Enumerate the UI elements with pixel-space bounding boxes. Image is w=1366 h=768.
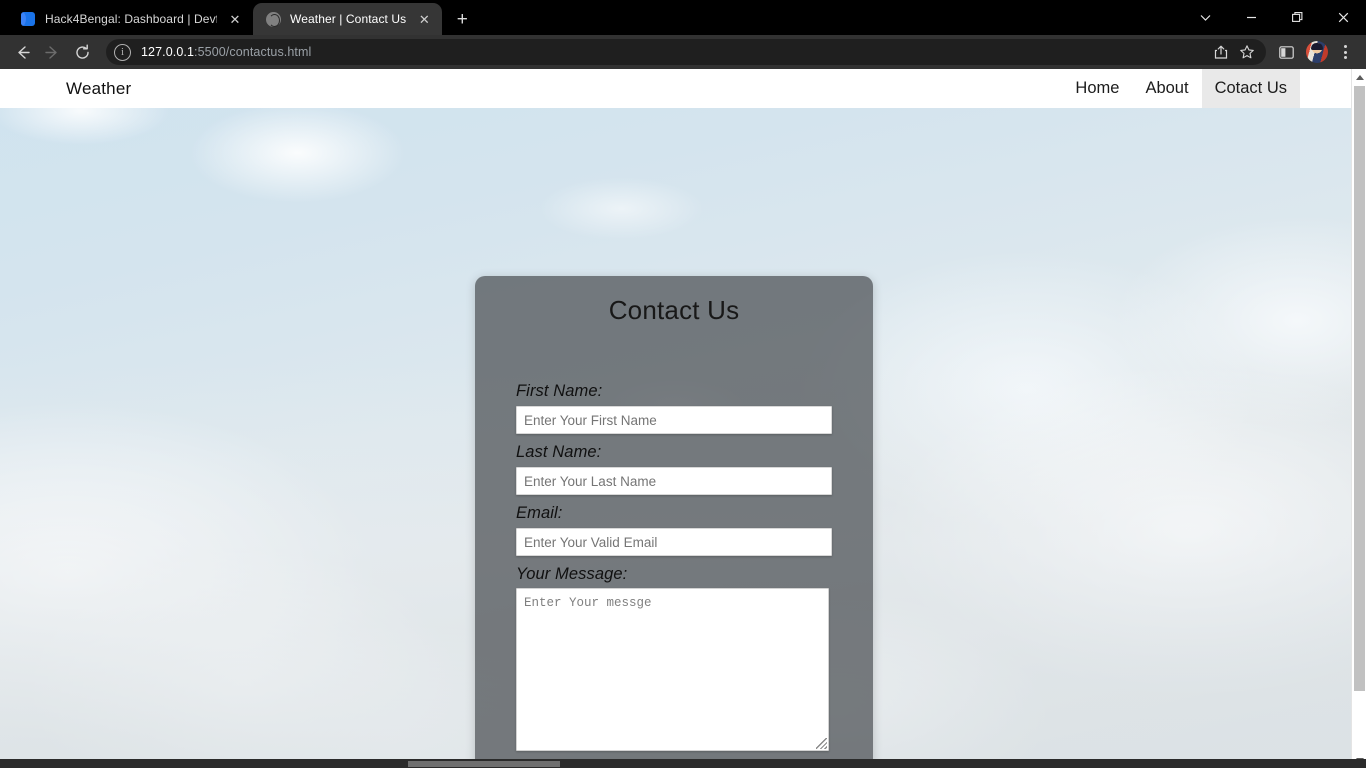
first-name-label: First Name:: [516, 382, 603, 400]
contact-form-body: First Name: Last Name: Email: Your Messa…: [475, 382, 873, 768]
site-info-icon[interactable]: i: [114, 43, 131, 61]
url-text: 127.0.0.1:5500/contactus.html: [141, 45, 311, 59]
contact-form-title: Contact Us: [608, 295, 740, 325]
nav-item-home[interactable]: Home: [1062, 69, 1132, 108]
last-name-label: Last Name:: [516, 443, 602, 461]
page-content: Weather Home About Cotact Us Contact Us …: [0, 69, 1351, 768]
browser-titlebar: Hack4Bengal: Dashboard | Devfo ✕ Weather…: [0, 0, 1366, 35]
bookmark-star-icon[interactable]: [1234, 39, 1260, 65]
site-navbar: Weather Home About Cotact Us: [0, 69, 1351, 108]
tab-search-chevron-down-icon[interactable]: [1182, 2, 1228, 34]
toolbar-right: [1272, 38, 1358, 66]
forward-icon[interactable]: [38, 38, 66, 66]
first-name-field-group: First Name:: [516, 382, 832, 434]
url-host: 127.0.0.1: [141, 45, 195, 59]
tab-title: Weather | Contact Us: [290, 12, 407, 26]
tab-close-icon[interactable]: ✕: [414, 9, 434, 29]
nav-item-contact-us[interactable]: Cotact Us: [1201, 69, 1300, 108]
tab-favicon-weather-globe: [265, 11, 281, 27]
tab-title: Hack4Bengal: Dashboard | Devfo: [45, 12, 217, 26]
page-viewport: Weather Home About Cotact Us Contact Us …: [0, 69, 1366, 768]
browser-toolbar: i 127.0.0.1:5500/contactus.html: [0, 35, 1366, 69]
page-bottom-strip: [0, 759, 1366, 768]
minimize-icon[interactable]: [1228, 2, 1274, 34]
browser-chrome: Hack4Bengal: Dashboard | Devfo ✕ Weather…: [0, 0, 1366, 69]
scrollbar-thumb[interactable]: [1354, 86, 1365, 691]
email-input[interactable]: [516, 528, 832, 556]
share-icon[interactable]: [1208, 39, 1234, 65]
first-name-input[interactable]: [516, 406, 832, 434]
nav-item-about[interactable]: About: [1132, 69, 1201, 108]
page-vertical-scrollbar[interactable]: [1351, 69, 1366, 768]
maximize-restore-icon[interactable]: [1274, 2, 1320, 34]
new-tab-icon[interactable]: +: [448, 5, 476, 33]
message-textarea-wrapper: [516, 588, 829, 751]
browser-tab-1[interactable]: Hack4Bengal: Dashboard | Devfo ✕: [8, 3, 253, 35]
url-path: :5500/contactus.html: [194, 45, 312, 59]
omnibox-actions: [1208, 39, 1260, 65]
scrollbar-up-arrow-icon[interactable]: [1352, 69, 1366, 85]
back-icon[interactable]: [8, 38, 36, 66]
last-name-input[interactable]: [516, 467, 832, 495]
address-bar[interactable]: i 127.0.0.1:5500/contactus.html: [106, 39, 1266, 65]
site-brand[interactable]: Weather: [66, 79, 131, 99]
message-label: Your Message:: [516, 565, 628, 583]
contact-form-card: Contact Us First Name: Last Name: Email:…: [475, 276, 873, 768]
tab-favicon-hack4bengal: [20, 11, 36, 27]
side-panel-icon[interactable]: [1272, 38, 1300, 66]
message-textarea[interactable]: [516, 588, 829, 751]
browser-menu-kebab-icon[interactable]: [1332, 39, 1358, 65]
window-controls: [1182, 0, 1366, 35]
tab-strip: Hack4Bengal: Dashboard | Devfo ✕ Weather…: [0, 0, 476, 35]
reload-icon[interactable]: [68, 38, 96, 66]
site-nav-links: Home About Cotact Us: [1062, 69, 1351, 108]
browser-tab-2[interactable]: Weather | Contact Us ✕: [253, 3, 443, 35]
email-field-group: Email:: [516, 504, 832, 556]
last-name-field-group: Last Name:: [516, 443, 832, 495]
message-field-group: Your Message:: [516, 565, 832, 751]
profile-avatar[interactable]: [1306, 41, 1328, 63]
close-window-icon[interactable]: [1320, 2, 1366, 34]
email-label: Email:: [516, 504, 563, 522]
tab-close-icon[interactable]: ✕: [225, 9, 245, 29]
horizontal-scrollbar-thumb[interactable]: [408, 761, 560, 767]
